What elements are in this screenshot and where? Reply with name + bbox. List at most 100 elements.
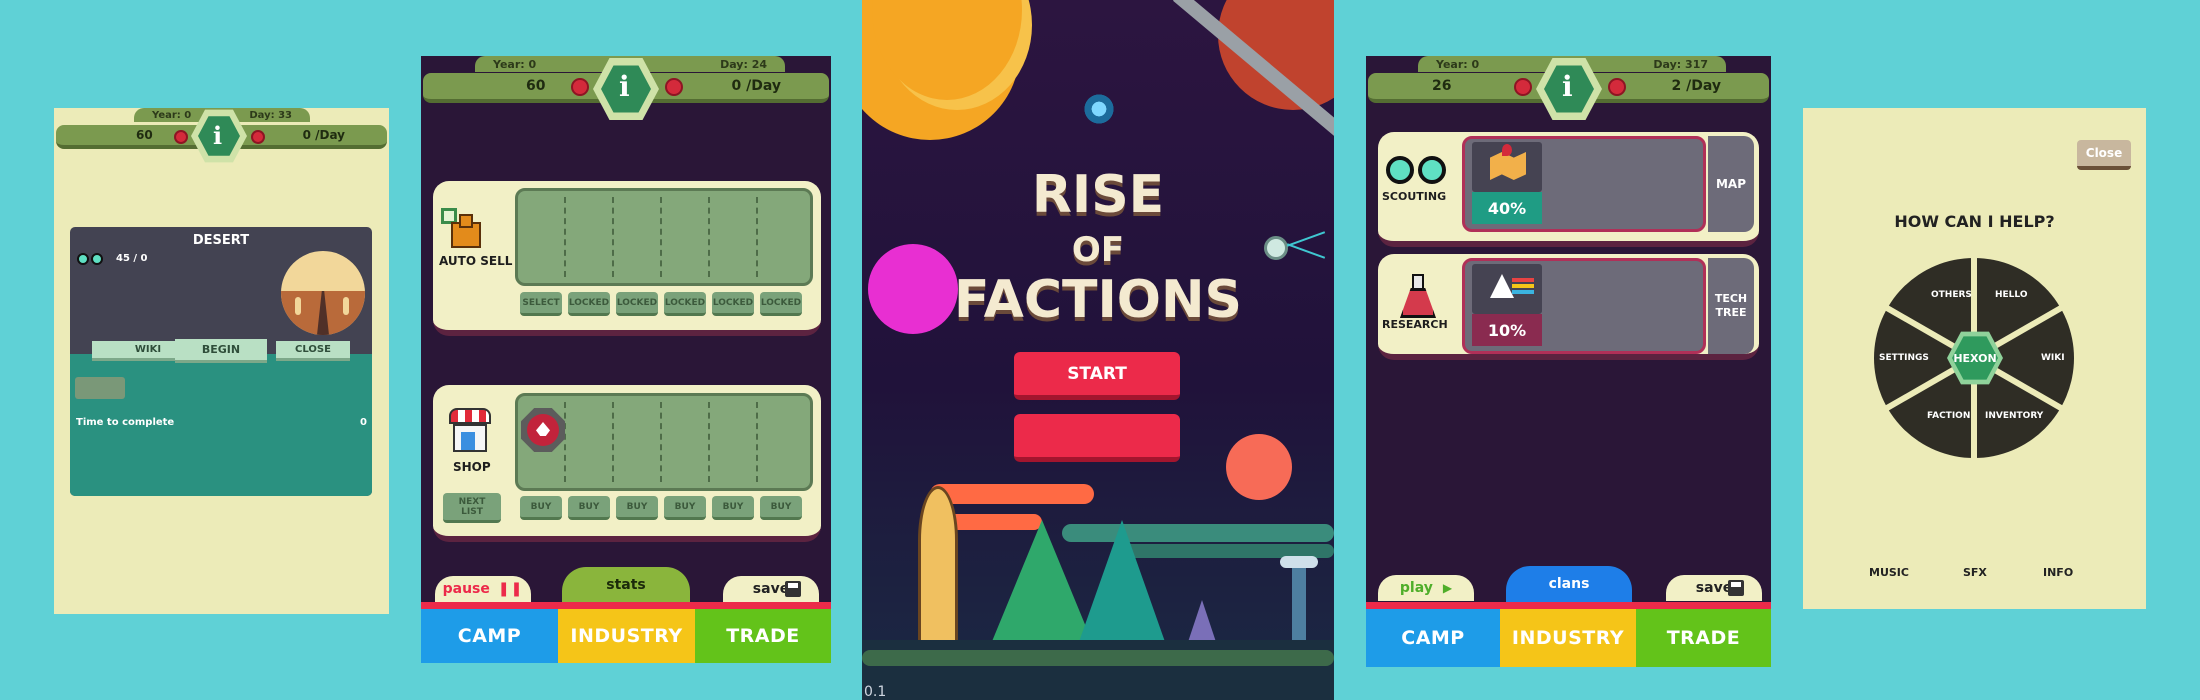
version-label: 0.1: [864, 684, 887, 700]
income-value: 0 /Day: [302, 128, 345, 142]
buy-button[interactable]: BUY: [568, 496, 610, 520]
red-gem-icon: [251, 130, 265, 144]
panel-help: Close HOW CAN I HELP? OTHERS HELLO SETTI…: [1803, 108, 2146, 609]
gold-value: 60: [526, 78, 546, 94]
income-value: 2 /Day: [1671, 78, 1722, 94]
wheel-faction[interactable]: FACTION: [1927, 411, 1970, 421]
scouting-label: SCOUTING: [1382, 190, 1447, 203]
wheel-settings[interactable]: SETTINGS: [1879, 353, 1929, 363]
secondary-button[interactable]: [1014, 414, 1180, 462]
scouting-percent: 40%: [1472, 192, 1542, 224]
clans-tab[interactable]: clans: [1506, 566, 1632, 602]
close-button[interactable]: Close: [2077, 140, 2131, 170]
trade-tab[interactable]: TRADE: [695, 609, 831, 663]
stats-tab[interactable]: stats: [562, 567, 690, 602]
autosell-icon: [441, 208, 483, 248]
orange-moon: [1226, 434, 1292, 500]
info-button[interactable]: INFO: [2043, 566, 2073, 579]
industry-tab[interactable]: INDUSTRY: [1500, 609, 1636, 667]
floppy-icon: [1728, 580, 1744, 596]
close-button[interactable]: CLOSE: [276, 341, 350, 361]
red-gem-icon: [571, 78, 589, 96]
day-label: Day: 24: [720, 57, 767, 71]
camp-tab[interactable]: CAMP: [1366, 609, 1500, 667]
time-label: Time to complete: [76, 417, 175, 428]
panel-title: RISE OF FACTIONS START 0.1: [862, 0, 1334, 700]
autosell-locked-slot[interactable]: LOCKED: [568, 292, 610, 316]
red-gem-icon: [1608, 78, 1626, 96]
dialog-title: DESERT: [192, 233, 250, 248]
industry-tab[interactable]: INDUSTRY: [558, 609, 695, 663]
save-button[interactable]: save: [1666, 575, 1762, 601]
wheel-inventory[interactable]: INVENTORY: [1985, 411, 2043, 421]
start-button[interactable]: START: [1014, 352, 1180, 400]
buy-button[interactable]: BUY: [616, 496, 658, 520]
play-label: play: [1399, 580, 1433, 596]
music-button[interactable]: MUSIC: [1869, 566, 1909, 579]
wheel-hello[interactable]: HELLO: [1995, 290, 2027, 300]
buy-button[interactable]: BUY: [664, 496, 706, 520]
red-gem-icon: [174, 130, 188, 144]
year-label: Year: 0: [493, 57, 537, 71]
gold-value: 26: [1432, 78, 1452, 94]
binoculars-icon: [1386, 156, 1448, 186]
desert-dialog: DESERT 45 / 0 WIKI BEGIN CLOSE Time to c…: [70, 227, 372, 496]
title-line-2: OF: [1071, 230, 1125, 270]
blue-star: [1082, 92, 1116, 126]
sfx-button[interactable]: SFX: [1963, 566, 1987, 579]
autosell-locked-slot[interactable]: LOCKED: [616, 292, 658, 316]
buy-button[interactable]: BUY: [712, 496, 754, 520]
research-label: RESEARCH: [1382, 318, 1448, 331]
camp-tab[interactable]: CAMP: [421, 609, 558, 663]
wheel-wiki[interactable]: WIKI: [2041, 353, 2065, 363]
next-list-button[interactable]: NEXT LIST: [443, 493, 501, 523]
autosell-locked-slot[interactable]: LOCKED: [664, 292, 706, 316]
year-label: Year: 0: [152, 109, 192, 121]
pause-button[interactable]: pause ❚❚: [435, 576, 531, 602]
play-button[interactable]: play ▶: [1378, 575, 1474, 601]
floppy-icon: [785, 581, 801, 597]
research-percent: 10%: [1472, 314, 1542, 346]
red-gem-icon: [665, 78, 683, 96]
title-line-1: RISE: [1031, 165, 1165, 225]
save-button[interactable]: save: [723, 576, 819, 602]
autosell-select-button[interactable]: SELECT: [520, 292, 562, 316]
year-label: Year: 0: [1436, 57, 1480, 71]
prism-icon: [1472, 264, 1542, 314]
shop-label: SHOP: [453, 460, 491, 474]
binoculars-icon: [77, 253, 105, 265]
map-scroll-icon: [1472, 142, 1542, 192]
title-line-3: FACTIONS: [954, 270, 1242, 330]
pause-icon: ❚❚: [497, 581, 524, 597]
save-label: save: [752, 581, 790, 597]
hexon-label: HEXON: [1953, 352, 1997, 365]
save-label: save: [1695, 580, 1733, 596]
autosell-locked-slot[interactable]: LOCKED: [712, 292, 754, 316]
help-title: HOW CAN I HELP?: [1894, 212, 2055, 231]
begin-button[interactable]: BEGIN: [175, 339, 267, 363]
flask-icon: [1398, 274, 1438, 318]
autosell-grid[interactable]: [515, 188, 813, 286]
gold-value: 60: [136, 128, 153, 142]
day-label: Day: 33: [249, 109, 292, 121]
map-button[interactable]: MAP: [1708, 136, 1754, 232]
tech-tree-button[interactable]: TECH TREE: [1708, 258, 1754, 354]
time-value: 0: [360, 417, 367, 428]
panel-trade: Year: 0 Day: 24 60 0 /Day i AUTO SELL SE…: [421, 56, 831, 663]
pause-label: pause: [442, 581, 490, 597]
wheel-others[interactable]: OTHERS: [1931, 290, 1972, 300]
trade-tab[interactable]: TRADE: [1636, 609, 1771, 667]
desert-image: [281, 251, 365, 335]
buy-button[interactable]: BUY: [520, 496, 562, 520]
ground: [862, 640, 1334, 700]
red-gem-icon: [1514, 78, 1532, 96]
autosell-label: AUTO SELL: [439, 254, 513, 268]
panel-desert: Year: 0 Day: 33 60 0 /Day i DESERT 45 / …: [54, 108, 389, 614]
progress-placeholder: [75, 377, 125, 399]
scout-counter: 45 / 0: [116, 253, 148, 264]
autosell-locked-slot[interactable]: LOCKED: [760, 292, 802, 316]
red-planet: [1218, 0, 1334, 110]
buy-button[interactable]: BUY: [760, 496, 802, 520]
shop-icon: [449, 408, 491, 454]
rocket: [918, 486, 958, 666]
